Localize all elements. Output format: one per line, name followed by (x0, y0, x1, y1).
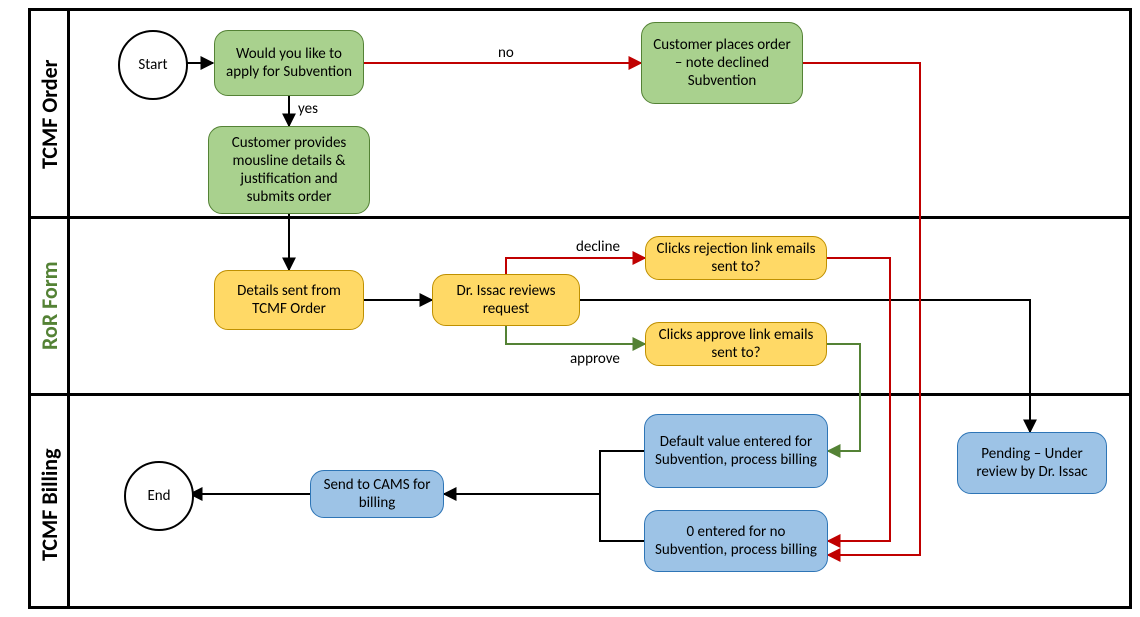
node-places-order: Customer places order – note declined Su… (641, 22, 803, 104)
start-terminator: Start (118, 30, 188, 100)
node-zero-value: 0 entered for no Subvention, process bil… (644, 510, 828, 572)
lane-frame-order (28, 8, 1132, 219)
node-reject-link-label: Clicks rejection link emails sent to? (654, 240, 818, 276)
node-details-sent-label: Details sent from TCMF Order (223, 282, 355, 318)
lane-label-order: TCMF Order (36, 54, 63, 174)
node-reviews: Dr. Issac reviews request (432, 274, 580, 326)
node-zero-value-label: 0 entered for no Subvention, process bil… (653, 523, 819, 559)
edge-label-yes: yes (298, 100, 318, 118)
node-apply-label: Would you like to apply for Subvention (223, 45, 355, 81)
node-details-sent: Details sent from TCMF Order (214, 270, 364, 330)
lane-label-billing: TCMF Billing (36, 440, 63, 570)
edge-label-no: no (498, 44, 514, 62)
node-send-cams-label: Send to CAMS for billing (319, 476, 435, 512)
lane-label-ror: RoR Form (36, 256, 63, 356)
node-default-value-label: Default value entered for Subvention, pr… (653, 433, 819, 469)
node-approve-link-label: Clicks approve link emails sent to? (654, 326, 818, 362)
end-terminator: End (124, 461, 194, 531)
node-reject-link: Clicks rejection link emails sent to? (645, 236, 827, 280)
node-pending: Pending – Under review by Dr. Issac (957, 432, 1107, 494)
node-send-cams: Send to CAMS for billing (310, 470, 444, 518)
edge-label-approve: approve (570, 350, 620, 368)
start-label: Start (138, 56, 167, 74)
node-default-value: Default value entered for Subvention, pr… (644, 414, 828, 488)
end-label: End (147, 487, 170, 505)
node-reviews-label: Dr. Issac reviews request (441, 282, 571, 318)
node-approve-link: Clicks approve link emails sent to? (645, 322, 827, 366)
node-provides-details: Customer provides mousline details & jus… (208, 126, 370, 214)
node-apply-subvention: Would you like to apply for Subvention (214, 30, 364, 96)
swimlane-diagram: TCMF Order RoR Form TCMF Billing (0, 0, 1140, 617)
node-places-order-label: Customer places order – note declined Su… (650, 36, 794, 90)
node-provides-details-label: Customer provides mousline details & jus… (217, 134, 361, 206)
edge-label-decline: decline (576, 238, 620, 256)
node-pending-label: Pending – Under review by Dr. Issac (966, 445, 1098, 481)
